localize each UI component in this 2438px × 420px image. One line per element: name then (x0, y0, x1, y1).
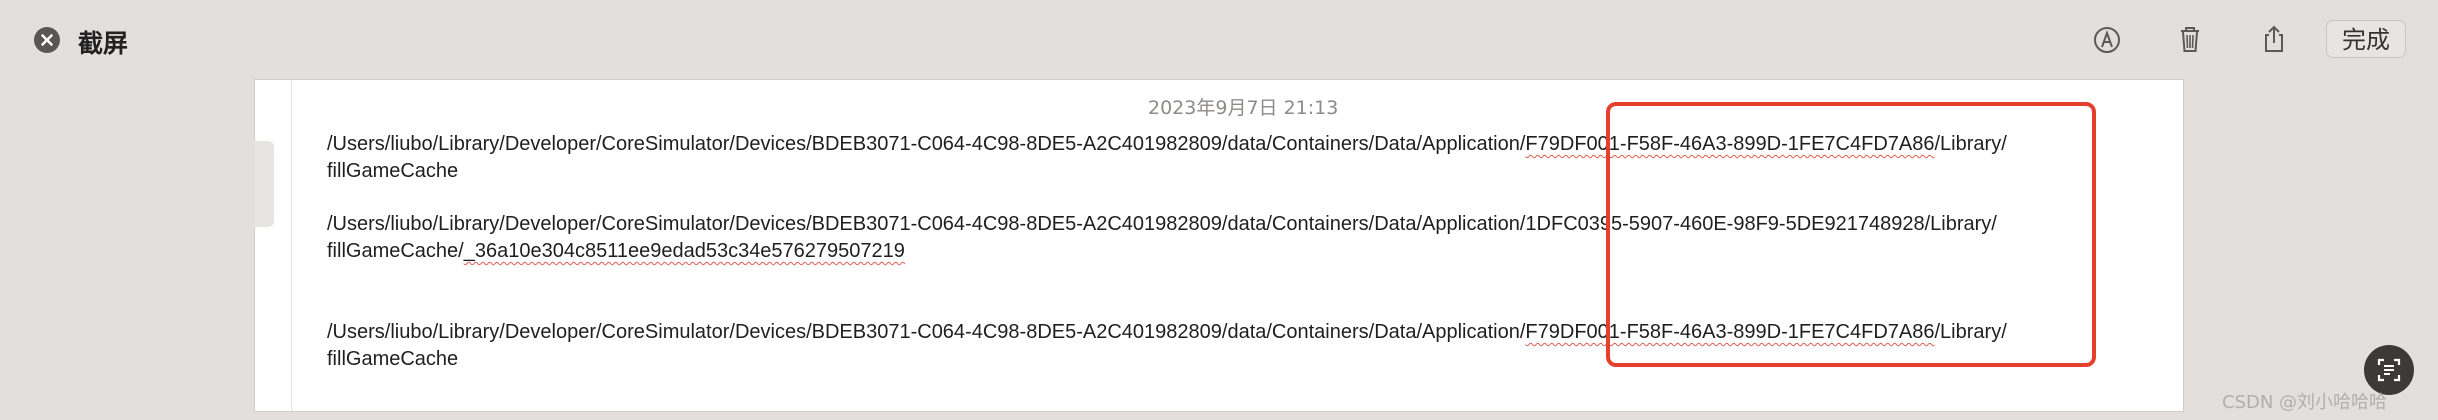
path-tail: fillGameCache (327, 348, 459, 370)
watermark: CSDN @刘小哈哈哈 (2222, 392, 2388, 413)
window-title: 截屏 (78, 29, 129, 58)
path-prefix: /Users/liubo/Library/Developer/CoreSimul… (327, 321, 1526, 343)
path-prefix: /Users/liubo/Library/Developer/CoreSimul… (327, 213, 1526, 235)
annotation-rectangle (1606, 102, 2096, 367)
markup-icon[interactable] (2087, 20, 2127, 60)
done-button[interactable]: 完成 (2326, 20, 2406, 58)
path-tail: fillGameCache (327, 160, 459, 182)
close-icon[interactable] (34, 27, 60, 53)
sidebar-handle[interactable] (254, 141, 274, 227)
timestamp: 2023年9月7日 21:13 (1148, 97, 1339, 119)
window-toolbar: 截屏 完成 (0, 0, 2438, 80)
path-prefix: /Users/liubo/Library/Developer/CoreSimul… (327, 133, 1526, 155)
line-gutter (255, 80, 292, 411)
cache-file-id: _36a10e304c8511ee9edad53c34e576279507219 (463, 240, 905, 262)
trash-icon[interactable] (2170, 20, 2210, 60)
share-icon[interactable] (2254, 20, 2294, 60)
path-tail: fillGameCache/ (327, 240, 464, 262)
